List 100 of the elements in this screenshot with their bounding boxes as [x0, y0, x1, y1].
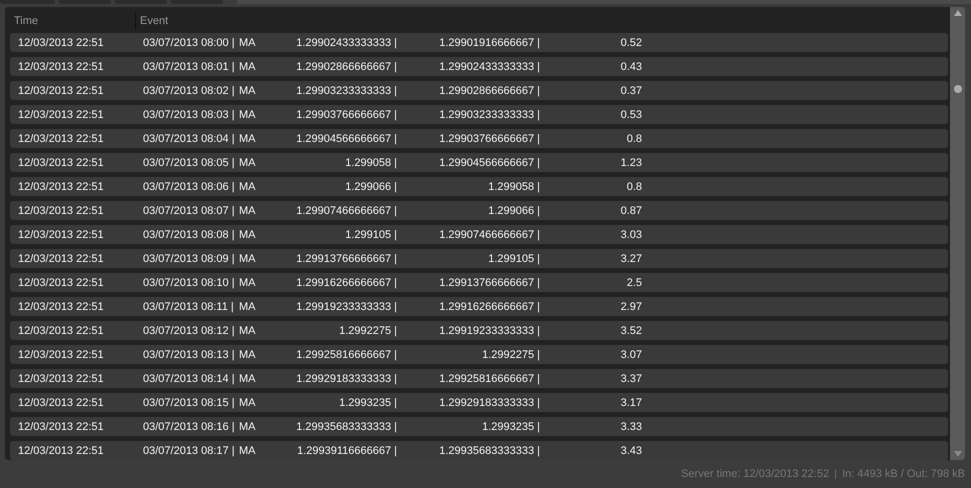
log-row[interactable]: 12/03/2013 22:51 03/07/2013 08:17 | MA 1.29939116666667 | 1.29935683333333 | 3.43: [10, 441, 948, 460]
event-value: 1.29935683333333 |: [438, 444, 540, 456]
event-value: 1.29925816666667 |: [438, 372, 540, 384]
time-cell-text: 12/03/2013 22:51: [18, 324, 105, 336]
log-row[interactable]: 12/03/2013 22:51 03/07/2013 08:08 | MA 1.299105 | 1.29907466666667 | 3.03: [10, 225, 948, 244]
log-row[interactable]: 12/03/2013 22:51 03/07/2013 08:02 | MA 1.29903233333333 | 1.29902866666667 | 0.37: [10, 81, 948, 100]
event-date: 03/07/2013 08:13 |: [143, 348, 236, 360]
time-cell-text: 12/03/2013 22:51: [18, 60, 105, 72]
time-cell-text: 12/03/2013 22:51: [18, 132, 105, 144]
event-label: MA: [239, 372, 256, 384]
scroll-down-icon[interactable]: [954, 451, 962, 457]
event-value: 1.299105 |: [487, 252, 540, 264]
event-value: 3.07: [620, 348, 642, 360]
event-value: 1.29916266666667 |: [295, 276, 397, 288]
event-label: MA: [239, 348, 256, 360]
event-value: 1.2993235 |: [338, 396, 397, 408]
time-cell-text: 12/03/2013 22:51: [18, 300, 105, 312]
event-value: 1.29903766666667 |: [438, 132, 540, 144]
event-value: 0.87: [620, 204, 642, 216]
event-date: 03/07/2013 08:14 |: [143, 372, 236, 384]
event-value: 1.29913766666667 |: [438, 276, 540, 288]
log-row[interactable]: 12/03/2013 22:51 03/07/2013 08:07 | MA 1.29907466666667 | 1.299066 | 0.87: [10, 201, 948, 220]
traffic-stats: In: 4493 kB / Out: 798 kB: [842, 468, 965, 480]
event-date: 03/07/2013 08:07 |: [143, 204, 236, 216]
event-value: 1.29919233333333 |: [438, 324, 540, 336]
event-value: 1.23: [620, 156, 642, 168]
log-row[interactable]: 12/03/2013 22:51 03/07/2013 08:13 | MA 1.29925816666667 | 1.2992275 | 3.07: [10, 345, 948, 364]
time-cell-text: 12/03/2013 22:51: [18, 84, 105, 96]
time-cell-text: 12/03/2013 22:51: [18, 204, 105, 216]
event-date: 03/07/2013 08:10 |: [143, 276, 236, 288]
event-value: 1.29916266666667 |: [438, 300, 540, 312]
time-cell-text: 12/03/2013 22:51: [18, 108, 105, 120]
event-value: 2.5: [626, 276, 642, 288]
log-row[interactable]: 12/03/2013 22:51 03/07/2013 08:16 | MA 1.29935683333333 | 1.2993235 | 3.33: [10, 417, 948, 436]
log-row[interactable]: 12/03/2013 22:51 03/07/2013 08:15 | MA 1.2993235 | 1.29929183333333 | 3.17: [10, 393, 948, 412]
scroll-up-icon[interactable]: [954, 10, 962, 16]
scrollbar[interactable]: [950, 7, 965, 460]
event-date: 03/07/2013 08:01 |: [143, 60, 236, 72]
event-value: 2.97: [620, 300, 642, 312]
event-date: 03/07/2013 08:12 |: [143, 324, 236, 336]
log-row[interactable]: 12/03/2013 22:51 03/07/2013 08:03 | MA 1.29903766666667 | 1.29903233333333 | 0.53: [10, 105, 948, 124]
event-date: 03/07/2013 08:11 |: [143, 300, 235, 312]
event-label: MA: [239, 108, 256, 120]
time-cell-text: 12/03/2013 22:51: [18, 396, 105, 408]
time-cell-text: 12/03/2013 22:51: [18, 348, 105, 360]
log-row[interactable]: 12/03/2013 22:51 03/07/2013 08:10 | MA 1.29916266666667 | 1.29913766666667 | 2.5: [10, 273, 948, 292]
event-value: 3.03: [620, 228, 642, 240]
time-cell-text: 12/03/2013 22:51: [18, 372, 105, 384]
event-value: 1.29904566666667 |: [438, 156, 540, 168]
event-value: 1.29919233333333 |: [295, 300, 397, 312]
event-value: 1.29902866666667 |: [438, 84, 540, 96]
time-cell-text: 12/03/2013 22:51: [18, 444, 105, 456]
log-row[interactable]: 12/03/2013 22:51 03/07/2013 08:11 | MA 1.29919233333333 | 1.29916266666667 | 2.97: [10, 297, 948, 316]
event-label: MA: [239, 300, 256, 312]
event-date: 03/07/2013 08:15 |: [143, 396, 236, 408]
event-value: 3.33: [620, 420, 642, 432]
time-cell-text: 12/03/2013 22:51: [18, 36, 105, 48]
event-label: MA: [239, 156, 256, 168]
event-date: 03/07/2013 08:05 |: [143, 156, 236, 168]
event-label: MA: [239, 324, 256, 336]
log-row[interactable]: 12/03/2013 22:51 03/07/2013 08:12 | MA 1.2992275 | 1.29919233333333 | 3.52: [10, 321, 948, 340]
event-value: 3.27: [620, 252, 642, 264]
log-row[interactable]: 12/03/2013 22:51 03/07/2013 08:01 | MA 1.29902866666667 | 1.29902433333333 | 0.43: [10, 57, 948, 76]
log-row[interactable]: 12/03/2013 22:51 03/07/2013 08:04 | MA 1.29904566666667 | 1.29903766666667 | 0.8: [10, 129, 948, 148]
time-cell-text: 12/03/2013 22:51: [18, 276, 105, 288]
scroll-thumb-icon[interactable]: [954, 84, 962, 92]
event-value: 1.2993235 |: [481, 420, 540, 432]
event-value: 1.299066 |: [344, 180, 397, 192]
event-label: MA: [239, 396, 256, 408]
log-row[interactable]: 12/03/2013 22:51 03/07/2013 08:14 | MA 1.29929183333333 | 1.29925816666667 | 3.37: [10, 369, 948, 388]
event-date: 03/07/2013 08:08 |: [143, 228, 236, 240]
time-cell-text: 12/03/2013 22:51: [18, 180, 105, 192]
event-label: MA: [239, 84, 256, 96]
event-value: 1.29903233333333 |: [438, 108, 540, 120]
event-value: 1.29902866666667 |: [295, 60, 397, 72]
log-row[interactable]: 12/03/2013 22:51 03/07/2013 08:05 | MA 1.299058 | 1.29904566666667 | 1.23: [10, 153, 948, 172]
event-value: 0.8: [626, 180, 642, 192]
event-value: 1.29901916666667 |: [438, 36, 540, 48]
log-row[interactable]: 12/03/2013 22:51 03/07/2013 08:00 | MA 1.29902433333333 | 1.29901916666667 | 0.52: [10, 33, 948, 52]
log-row[interactable]: 12/03/2013 22:51 03/07/2013 08:09 | MA 1.29913766666667 | 1.299105 | 3.27: [10, 249, 948, 268]
event-date: 03/07/2013 08:09 |: [143, 252, 236, 264]
event-value: 0.43: [620, 60, 642, 72]
column-header[interactable]: Time: [10, 12, 136, 30]
time-cell-text: 12/03/2013 22:51: [18, 252, 105, 264]
event-value: 3.17: [620, 396, 642, 408]
event-value: 0.37: [620, 84, 642, 96]
column-header[interactable]: Event: [136, 12, 168, 30]
event-value: 1.29929183333333 |: [438, 396, 540, 408]
event-value: 1.29913766666667 |: [295, 252, 397, 264]
event-date: 03/07/2013 08:16 |: [143, 420, 236, 432]
event-date: 03/07/2013 08:00 |: [143, 36, 236, 48]
event-date: 03/07/2013 08:03 |: [143, 108, 236, 120]
event-value: 0.8: [626, 132, 642, 144]
event-label: MA: [239, 252, 256, 264]
event-value: 3.43: [620, 444, 642, 456]
event-value: 3.37: [620, 372, 642, 384]
event-value: 1.29903233333333 |: [295, 84, 397, 96]
log-row[interactable]: 12/03/2013 22:51 03/07/2013 08:06 | MA 1.299066 | 1.299058 | 0.8: [10, 177, 948, 196]
event-value: 1.29907466666667 |: [295, 204, 397, 216]
event-value: 1.299058 |: [487, 180, 540, 192]
